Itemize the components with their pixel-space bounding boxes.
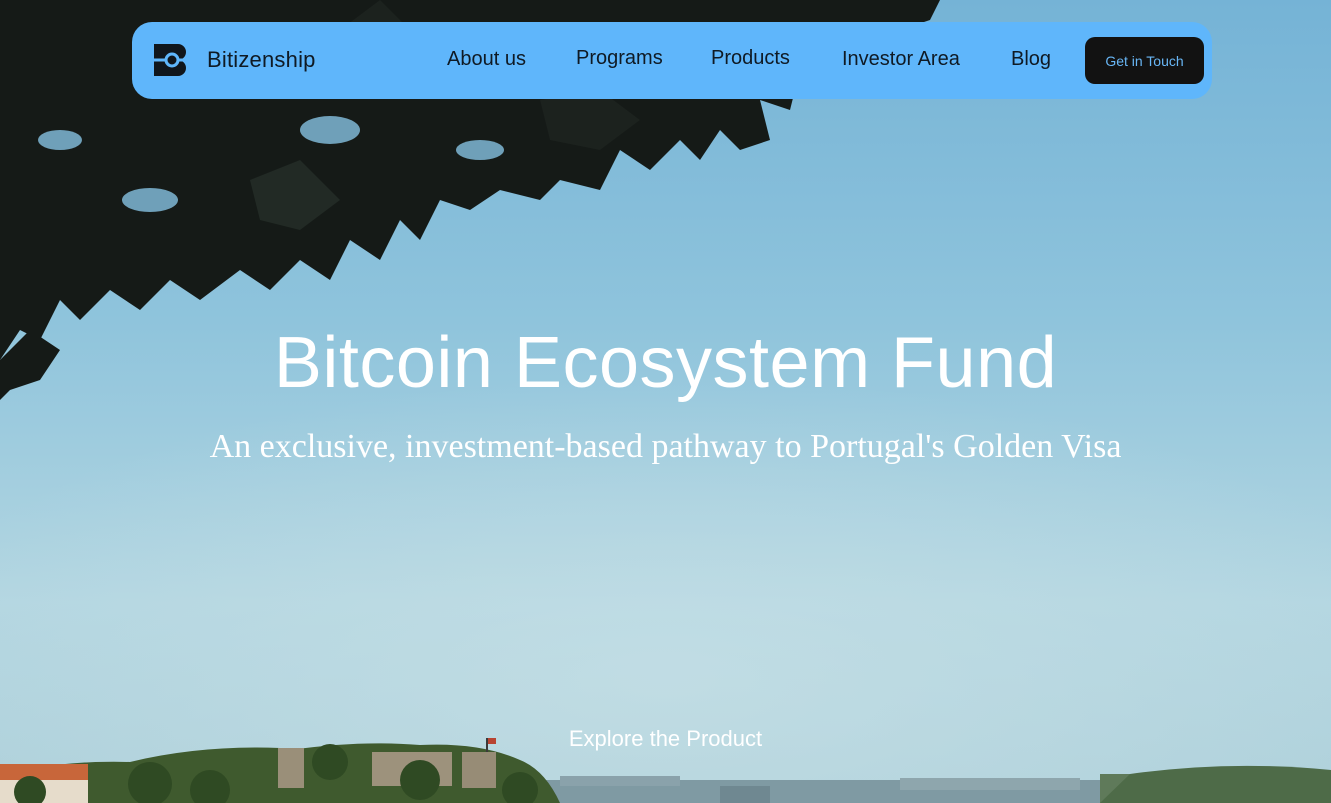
nav-item-blog[interactable]: Blog — [1011, 48, 1051, 71]
top-navbar: Bitizenship About us Programs Products I… — [132, 22, 1212, 99]
hero-subtitle: An exclusive, investment-based pathway t… — [209, 428, 1122, 465]
hero-title: Bitcoin Ecosystem Fund — [273, 323, 1058, 403]
hero-section: Bitizenship About us Programs Products I… — [0, 0, 1331, 803]
explore-product-link[interactable]: Explore the Product — [0, 726, 1331, 752]
nav-item-products[interactable]: Products — [711, 47, 790, 70]
nav-item-investor-area[interactable]: Investor Area — [842, 48, 960, 71]
get-in-touch-button[interactable]: Get in Touch — [1085, 37, 1204, 84]
nav-links: About us Programs Products Investor Area… — [132, 22, 1212, 99]
nav-item-programs[interactable]: Programs — [576, 47, 663, 70]
nav-item-about-us[interactable]: About us — [447, 48, 526, 71]
